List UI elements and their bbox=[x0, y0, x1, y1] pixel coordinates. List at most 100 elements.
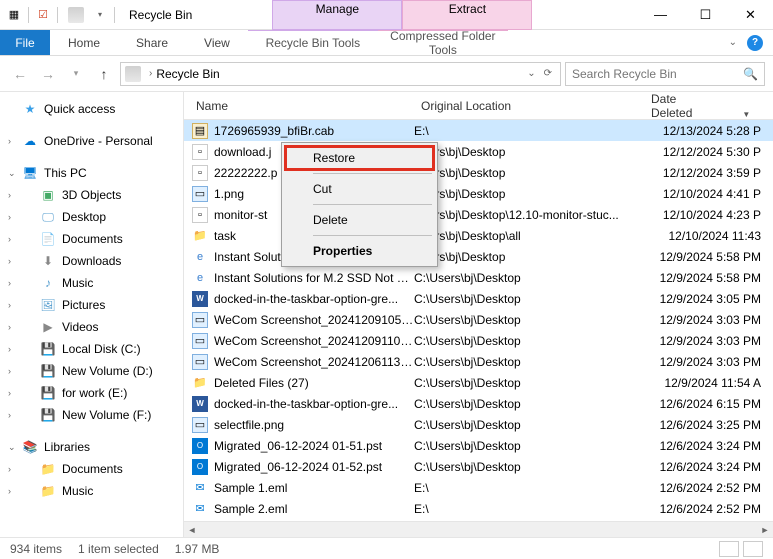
expand-icon[interactable]: › bbox=[8, 486, 11, 496]
search-icon[interactable]: 🔍 bbox=[743, 67, 758, 81]
file-row[interactable]: Wdocked-in-the-taskbar-option-gre...C:\U… bbox=[184, 393, 773, 414]
ribbon-compressed-tools[interactable]: Compressed Folder Tools bbox=[378, 30, 508, 55]
sidebar-item[interactable]: ›♪Music bbox=[0, 272, 183, 294]
file-row[interactable]: OMigrated_06-12-2024 01-51.pstC:\Users\b… bbox=[184, 435, 773, 456]
scroll-right-icon[interactable]: ► bbox=[757, 522, 773, 538]
expand-icon[interactable]: › bbox=[8, 300, 11, 310]
file-row[interactable]: ▤1726965939_bfiBr.cabE:\12/13/2024 5:28 … bbox=[184, 120, 773, 141]
ribbon-share-tab[interactable]: Share bbox=[118, 30, 186, 55]
folder-icon: ▶ bbox=[40, 319, 56, 335]
nav-back-button[interactable]: ← bbox=[8, 62, 32, 86]
file-row[interactable]: ▫monitor-stUsers\bj\Desktop\12.10-monito… bbox=[184, 204, 773, 225]
status-size: 1.97 MB bbox=[175, 542, 220, 556]
expand-icon[interactable]: › bbox=[8, 234, 11, 244]
expand-icon[interactable]: › bbox=[8, 410, 11, 420]
chevron-right-icon[interactable]: › bbox=[145, 68, 156, 79]
file-date: 12/13/2024 5:28 P bbox=[644, 124, 773, 138]
address-dropdown-icon[interactable]: ⌄ bbox=[523, 68, 539, 79]
file-date: 12/9/2024 3:03 PM bbox=[644, 334, 773, 348]
sidebar-item[interactable]: ›💾New Volume (F:) bbox=[0, 404, 183, 426]
expand-icon[interactable]: › bbox=[8, 322, 11, 332]
sidebar-quick-access[interactable]: ★ Quick access bbox=[0, 98, 183, 120]
file-row[interactable]: Wdocked-in-the-taskbar-option-gre...C:\U… bbox=[184, 288, 773, 309]
collapse-icon[interactable]: ⌄ bbox=[8, 442, 16, 453]
sidebar-label: Music bbox=[62, 276, 93, 290]
file-row[interactable]: ▭selectfile.pngC:\Users\bj\Desktop12/6/2… bbox=[184, 414, 773, 435]
file-row[interactable]: ✉Sample 2.emlE:\12/6/2024 2:52 PM bbox=[184, 498, 773, 519]
collapse-icon[interactable]: ⌄ bbox=[8, 168, 16, 179]
file-row[interactable]: ▭WeCom Screenshot_202412091059...C:\User… bbox=[184, 309, 773, 330]
expand-icon[interactable]: › bbox=[8, 212, 11, 222]
qat-check-icon[interactable]: ☑ bbox=[35, 7, 51, 23]
nav-forward-button[interactable]: → bbox=[36, 62, 60, 86]
ribbon-recyclebin-tools[interactable]: Recycle Bin Tools bbox=[248, 30, 378, 55]
sidebar-item[interactable]: ›📁Documents bbox=[0, 458, 183, 480]
sidebar-item[interactable]: ›▣3D Objects bbox=[0, 184, 183, 206]
sidebar-item[interactable]: ›🖼Pictures bbox=[0, 294, 183, 316]
horizontal-scrollbar[interactable]: ◄ ► bbox=[184, 521, 773, 537]
expand-icon[interactable]: › bbox=[8, 136, 11, 146]
qat-dropdown-icon[interactable]: ▾ bbox=[92, 7, 108, 23]
sidebar-item[interactable]: ›⬇Downloads bbox=[0, 250, 183, 272]
file-row[interactable]: ▭WeCom Screenshot_202412091100...C:\User… bbox=[184, 330, 773, 351]
file-date: 12/9/2024 5:58 PM bbox=[644, 250, 773, 264]
scroll-left-icon[interactable]: ◄ bbox=[184, 522, 200, 538]
nav-up-button[interactable]: ↑ bbox=[92, 62, 116, 86]
file-row[interactable]: 📁taskUsers\bj\Desktop\all12/10/2024 11:4… bbox=[184, 225, 773, 246]
expand-icon[interactable]: › bbox=[8, 278, 11, 288]
sidebar-item[interactable]: ›▶Videos bbox=[0, 316, 183, 338]
context-tab-extract[interactable]: Extract bbox=[402, 0, 532, 30]
file-row[interactable]: ▫22222222.pUsers\bj\Desktop12/12/2024 3:… bbox=[184, 162, 773, 183]
context-cut[interactable]: Cut bbox=[285, 177, 434, 201]
file-type-icon: 📁 bbox=[192, 375, 208, 391]
help-icon[interactable]: ? bbox=[747, 35, 763, 51]
file-row[interactable]: ▫download.jUsers\bj\Desktop12/12/2024 5:… bbox=[184, 141, 773, 162]
sidebar-item[interactable]: ›📁Music bbox=[0, 480, 183, 502]
qat-properties-icon[interactable]: ▦ bbox=[6, 7, 22, 23]
expand-icon[interactable]: › bbox=[8, 256, 11, 266]
expand-icon[interactable]: › bbox=[8, 190, 11, 200]
sidebar-libraries[interactable]: ⌄ 📚 Libraries bbox=[0, 436, 183, 458]
expand-icon[interactable]: › bbox=[8, 344, 11, 354]
sidebar-item[interactable]: ›💾New Volume (D:) bbox=[0, 360, 183, 382]
search-input[interactable] bbox=[572, 67, 743, 81]
close-button[interactable]: ✕ bbox=[728, 0, 773, 30]
expand-icon[interactable]: › bbox=[8, 388, 11, 398]
sidebar-item[interactable]: ›💾for work (E:) bbox=[0, 382, 183, 404]
sidebar-item[interactable]: ›🖵Desktop bbox=[0, 206, 183, 228]
view-thumbnails-button[interactable] bbox=[743, 541, 763, 557]
expand-icon[interactable]: › bbox=[8, 366, 11, 376]
refresh-icon[interactable]: ⟳ bbox=[540, 68, 556, 79]
view-details-button[interactable] bbox=[719, 541, 739, 557]
sidebar-item[interactable]: ›📄Documents bbox=[0, 228, 183, 250]
file-row[interactable]: ▭WeCom Screenshot_202412061139...C:\User… bbox=[184, 351, 773, 372]
column-name[interactable]: Name bbox=[184, 99, 409, 113]
sidebar-onedrive[interactable]: › ☁ OneDrive - Personal bbox=[0, 130, 183, 152]
sidebar-item[interactable]: ›💾Local Disk (C:) bbox=[0, 338, 183, 360]
ribbon-home-tab[interactable]: Home bbox=[50, 30, 118, 55]
file-row[interactable]: ▭1.pngUsers\bj\Desktop12/10/2024 4:41 P bbox=[184, 183, 773, 204]
context-restore[interactable]: Restore bbox=[285, 146, 434, 170]
nav-recent-dropdown[interactable]: ▾ bbox=[64, 62, 88, 86]
file-row[interactable]: eInstant Solutions for ... Users\bj\Desk… bbox=[184, 246, 773, 267]
search-box[interactable]: 🔍 bbox=[565, 62, 765, 86]
maximize-button[interactable]: ☐ bbox=[683, 0, 728, 30]
file-row[interactable]: 📁Deleted Files (27)C:\Users\bj\Desktop12… bbox=[184, 372, 773, 393]
file-list[interactable]: ▤1726965939_bfiBr.cabE:\12/13/2024 5:28 … bbox=[184, 120, 773, 521]
file-row[interactable]: OMigrated_06-12-2024 01-52.pstC:\Users\b… bbox=[184, 456, 773, 477]
expand-icon[interactable]: › bbox=[8, 464, 11, 474]
minimize-button[interactable]: — bbox=[638, 0, 683, 30]
column-original-location[interactable]: Original Location bbox=[409, 99, 639, 113]
ribbon-expand-icon[interactable]: ⌄ bbox=[729, 37, 737, 48]
context-tab-manage[interactable]: Manage bbox=[272, 0, 402, 30]
file-row[interactable]: eInstant Solutions for M.2 SSD Not S...C… bbox=[184, 267, 773, 288]
context-properties[interactable]: Properties bbox=[285, 239, 434, 263]
column-date-deleted[interactable]: Date Deleted▼ bbox=[639, 92, 773, 120]
address-bar[interactable]: › Recycle Bin ⌄ ⟳ bbox=[120, 62, 561, 86]
ribbon-file-tab[interactable]: File bbox=[0, 30, 50, 55]
file-type-icon: ✉ bbox=[192, 501, 208, 517]
context-delete[interactable]: Delete bbox=[285, 208, 434, 232]
file-row[interactable]: ✉Sample 1.emlE:\12/6/2024 2:52 PM bbox=[184, 477, 773, 498]
ribbon-view-tab[interactable]: View bbox=[186, 30, 248, 55]
sidebar-this-pc[interactable]: ⌄ 🖥 This PC bbox=[0, 162, 183, 184]
